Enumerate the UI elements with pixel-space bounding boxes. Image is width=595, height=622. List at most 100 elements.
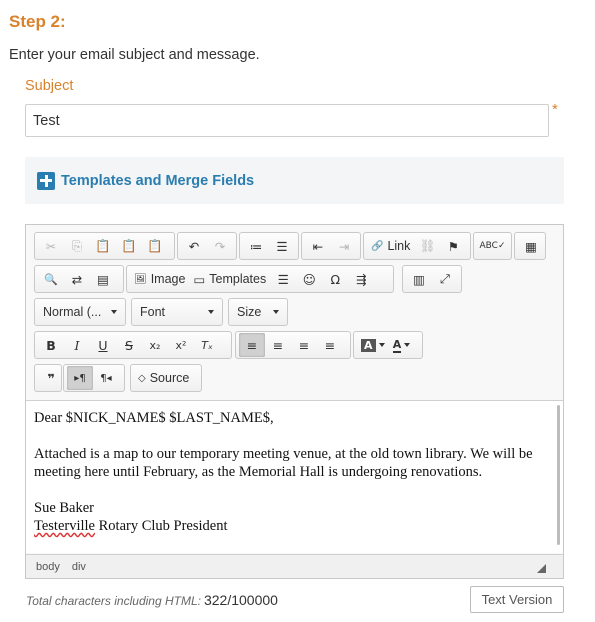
justify-icon[interactable]: ≡ [317,333,343,357]
character-count-value: 322/100000 [203,592,278,608]
misspelled-word: Testerville [34,518,95,534]
color-group: A A [353,331,423,359]
image-button[interactable]: 🖼 Image [130,267,189,291]
size-select[interactable]: Size [228,298,288,326]
indent-group: ⇤ ⇥ [301,232,361,260]
special-char-icon[interactable]: Ω [322,267,348,291]
size-select-value: Size [237,305,262,319]
bulleted-list-icon[interactable]: ☰ [269,234,295,258]
paste-word-icon[interactable]: 📋 [142,234,168,258]
source-group: ◇ Source [130,364,202,392]
replace-icon[interactable]: ⇄ [64,267,90,291]
subscript-icon[interactable]: x₂ [142,333,168,357]
superscript-icon[interactable]: x² [168,333,194,357]
text-version-button[interactable]: Text Version [470,586,564,613]
show-blocks-icon[interactable]: ▥ [406,267,432,291]
templates-merge-fields-toggle[interactable]: Templates and Merge Fields [25,157,564,204]
spellcheck-icon[interactable]: ABC✓ [477,234,508,258]
anchor-flag-icon[interactable]: ⚑ [440,234,466,258]
greeting-line: Dear $NICK_NAME$ $LAST_NAME$, [34,410,274,426]
strikethrough-icon[interactable]: S [116,333,142,357]
align-right-icon[interactable]: ≡ [291,333,317,357]
insert-group: 🖼 Image ▭ Templates ☰ ☺ Ω ⇶ [126,265,394,293]
remove-format-icon[interactable]: Tₓ [194,333,220,357]
format-select-value: Normal (... [43,305,102,319]
source-button[interactable]: ◇ Source [134,366,193,390]
page-break-icon[interactable]: ⇶ [348,267,374,291]
font-select-value: Font [140,305,166,319]
editor-statusbar: body div [26,554,563,578]
font-select[interactable]: Font [131,298,223,326]
ltr-icon[interactable]: ▸¶ [67,366,93,390]
paste-text-icon[interactable]: 📋 [116,234,142,258]
link-icon: 🔗 [371,240,384,252]
align-group: ≡ ≡ ≡ ≡ [235,331,351,359]
chevron-down-icon [111,310,117,314]
find-icon[interactable]: 🔍 [38,267,64,291]
unlink-icon[interactable]: ⛓ [414,234,440,258]
direction-group: ▸¶ ¶◂ [63,364,125,392]
numbered-list-icon[interactable]: ≔ [243,234,269,258]
templates-merge-fields-label: Templates and Merge Fields [61,172,255,189]
image-icon: 🖼 [134,273,147,285]
step-title: Step 2: [9,12,66,31]
editor-content-area[interactable]: Dear $NICK_NAME$ $LAST_NAME$, Attached i… [26,400,563,553]
find-group: 🔍 ⇄ ▤ [34,265,124,293]
align-left-icon[interactable]: ≡ [239,333,265,357]
subject-input[interactable] [25,104,549,137]
italic-icon[interactable]: I [64,333,90,357]
text-color-button[interactable]: A [357,333,389,357]
path-body[interactable]: body [36,561,60,573]
clipboard-group: ✂ ⎘ 📋 📋 📋 [34,232,175,260]
bg-color-icon: A [392,337,402,353]
signature-org-rest: Rotary Club President [95,518,228,534]
underline-icon[interactable]: U [90,333,116,357]
rich-text-editor: ✂ ⎘ 📋 📋 📋 ↶ ↷ ≔ ☰ ⇤ ⇥ 🔗 Link ⛓ ⚑ ABC✓ ▦ … [25,224,564,579]
resize-grip-icon[interactable] [537,564,546,573]
bold-icon[interactable]: B [38,333,64,357]
list-group: ≔ ☰ [239,232,299,260]
blockquote-icon[interactable]: ❞ [38,366,64,390]
bg-color-button[interactable]: A [389,333,415,357]
content-scrollbar[interactable] [557,405,560,545]
link-label: Link [387,239,411,253]
outdent-icon[interactable]: ⇤ [305,234,331,258]
text-color-icon: A [361,338,376,352]
table-icon[interactable]: ▦ [518,234,544,258]
spellcheck-group: ABC✓ [473,232,512,260]
table-group: ▦ [514,232,546,260]
character-count-label: Total characters including HTML: [26,594,201,608]
cut-icon[interactable]: ✂ [38,234,64,258]
character-count: Total characters including HTML: 322/1000… [26,592,278,608]
signature-org: Testerville Rotary Club President [34,517,543,535]
copy-icon[interactable]: ⎘ [64,234,90,258]
indent-icon[interactable]: ⇥ [331,234,357,258]
source-label: Source [149,371,190,385]
select-all-icon[interactable]: ▤ [90,267,116,291]
plus-icon [37,171,55,190]
step-description: Enter your email subject and message. [9,47,260,63]
subject-label: Subject [25,78,74,94]
message-paragraph: Attached is a map to our temporary meeti… [34,446,533,480]
horizontal-rule-icon[interactable]: ☰ [270,267,296,291]
blockquote-group: ❞ [34,364,62,392]
format-select[interactable]: Normal (... [34,298,126,326]
smiley-icon[interactable]: ☺ [296,267,322,291]
undo-icon[interactable]: ↶ [181,234,207,258]
templates-button[interactable]: ▭ Templates [189,267,270,291]
paste-icon[interactable]: 📋 [90,234,116,258]
source-icon: ◇ [138,372,146,384]
chevron-down-icon [404,343,411,347]
required-marker: * [552,101,558,118]
align-center-icon[interactable]: ≡ [265,333,291,357]
chevron-down-icon [273,310,279,314]
chevron-down-icon [208,310,214,314]
redo-icon[interactable]: ↷ [207,234,233,258]
link-button[interactable]: 🔗 Link [367,234,414,258]
rtl-icon[interactable]: ¶◂ [93,366,119,390]
templates-label: Templates [209,272,267,286]
chevron-down-icon [378,343,385,347]
view-group: ▥ ⤢ [402,265,462,293]
maximize-icon[interactable]: ⤢ [432,267,458,291]
path-div[interactable]: div [72,561,86,573]
